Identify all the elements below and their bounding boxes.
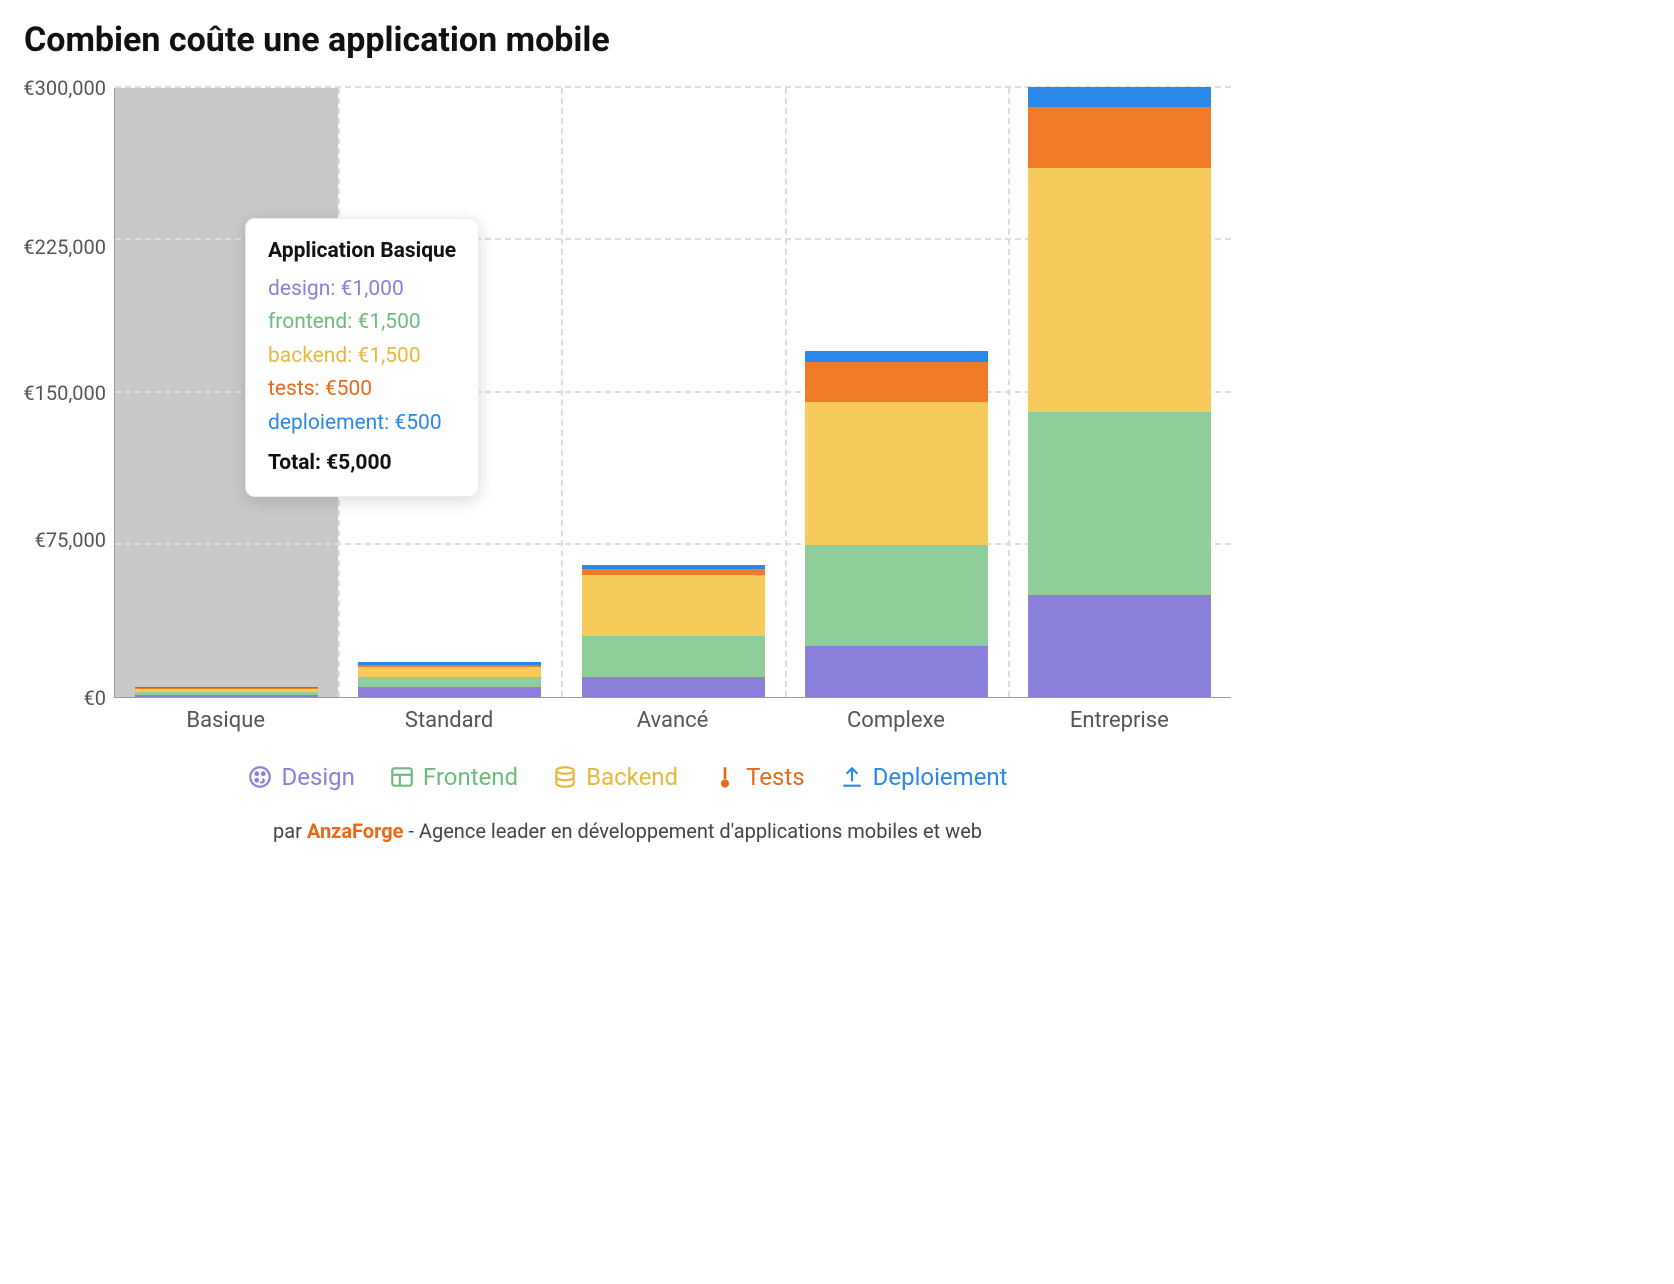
- legend: Design Frontend Backend Tests Deploiemen…: [24, 763, 1231, 791]
- y-tick: €0: [84, 686, 106, 710]
- legend-item-backend[interactable]: Backend: [552, 763, 678, 791]
- bar-slot[interactable]: [1008, 88, 1231, 697]
- bar: [358, 662, 541, 697]
- bar-segment-frontend: [805, 545, 988, 647]
- x-label: Standard: [337, 698, 560, 733]
- bar-segment-design: [805, 646, 988, 697]
- bar-segment-deploiement: [1028, 87, 1211, 107]
- y-tick: €150,000: [23, 381, 106, 405]
- footer-suffix: - Agence leader en développement d'appli…: [403, 819, 982, 843]
- tooltip-title: Application Basique: [268, 235, 456, 269]
- bar-segment-frontend: [1028, 412, 1211, 595]
- bar-segment-design: [358, 687, 541, 697]
- flask-icon: [712, 764, 738, 790]
- legend-label: Tests: [746, 763, 805, 791]
- bar-segment-tests: [1028, 107, 1211, 168]
- bar-segment-design: [1028, 595, 1211, 697]
- upload-icon: [839, 764, 865, 790]
- bar-segment-design: [582, 677, 765, 697]
- tooltip-total: Total: €5,000: [268, 447, 456, 481]
- tooltip-line-frontend: frontend: €1,500: [268, 306, 456, 340]
- tooltip: Application Basique design: €1,000 front…: [245, 218, 479, 497]
- bar-segment-backend: [805, 402, 988, 544]
- tooltip-line-tests: tests: €500: [268, 373, 456, 407]
- legend-label: Backend: [586, 763, 678, 791]
- footer-prefix: par: [273, 819, 307, 843]
- bar: [135, 687, 318, 697]
- legend-item-deploiement[interactable]: Deploiement: [839, 763, 1008, 791]
- bar: [1028, 87, 1211, 697]
- bar-segment-frontend: [582, 636, 765, 677]
- chart-title: Combien coûte une application mobile: [24, 20, 1231, 60]
- y-tick: €225,000: [23, 235, 106, 259]
- footer: par AnzaForge - Agence leader en dévelop…: [24, 819, 1231, 843]
- legend-label: Frontend: [423, 763, 518, 791]
- database-icon: [552, 764, 578, 790]
- legend-label: Design: [281, 763, 354, 791]
- bar-segment-deploiement: [805, 351, 988, 361]
- footer-brand[interactable]: AnzaForge: [307, 819, 404, 843]
- legend-item-tests[interactable]: Tests: [712, 763, 805, 791]
- plot-area: Application Basique design: €1,000 front…: [114, 88, 1231, 698]
- bar: [582, 565, 765, 697]
- bar-segment-backend: [358, 667, 541, 677]
- palette-icon: [247, 764, 273, 790]
- legend-item-frontend[interactable]: Frontend: [389, 763, 518, 791]
- x-axis: BasiqueStandardAvancéComplexeEntreprise: [114, 698, 1231, 733]
- chart-container: €300,000 €225,000 €150,000 €75,000 €0 Ap…: [24, 88, 1231, 698]
- y-tick: €300,000: [23, 76, 106, 100]
- tooltip-line-deploiement: deploiement: €500: [268, 407, 456, 441]
- bar-slot[interactable]: [785, 88, 1008, 697]
- bar-slot[interactable]: [561, 88, 784, 697]
- bar-segment-backend: [1028, 168, 1211, 412]
- bar-segment-backend: [582, 575, 765, 636]
- x-label: Basique: [114, 698, 337, 733]
- y-axis: €300,000 €225,000 €150,000 €75,000 €0: [24, 88, 114, 698]
- layout-icon: [389, 764, 415, 790]
- x-label: Entreprise: [1008, 698, 1231, 733]
- bar-segment-frontend: [358, 677, 541, 687]
- legend-item-design[interactable]: Design: [247, 763, 354, 791]
- tooltip-line-design: design: €1,000: [268, 273, 456, 307]
- legend-label: Deploiement: [873, 763, 1008, 791]
- bar: [805, 351, 988, 697]
- x-label: Complexe: [784, 698, 1007, 733]
- y-tick: €75,000: [35, 528, 106, 552]
- bar-segment-design: [135, 695, 318, 697]
- tooltip-line-backend: backend: €1,500: [268, 340, 456, 374]
- x-label: Avancé: [561, 698, 784, 733]
- bar-segment-tests: [805, 362, 988, 403]
